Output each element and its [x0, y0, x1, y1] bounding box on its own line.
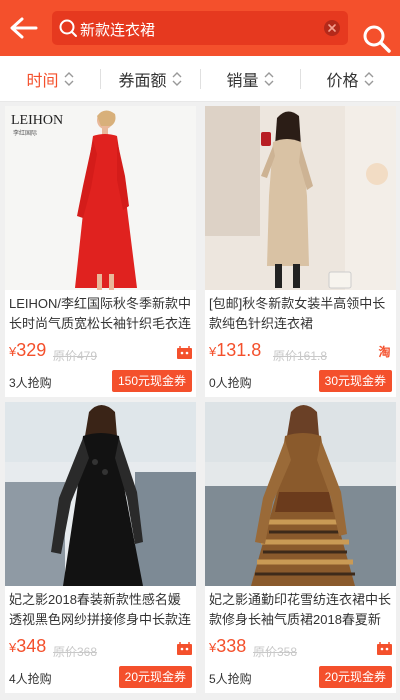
sort-bar: 时间 券面额 销量 价格 [0, 56, 400, 102]
product-title: LEIHON/李红国际秋冬季新款中长时尚气质宽松长袖针织毛衣连衣 [9, 296, 192, 331]
product-card[interactable]: [包邮]秋冬新款女装半高领中长款纯色针织连衣裙 ¥131.8 原价161.8 淘… [205, 106, 396, 397]
clear-search-button[interactable] [324, 20, 340, 36]
close-circle-icon [328, 24, 336, 32]
tmall-icon [177, 346, 192, 359]
coupon-button[interactable]: 150元现金券 [111, 370, 192, 392]
sort-tab-time[interactable]: 时间 [0, 56, 100, 102]
sort-tab-coupon[interactable]: 券面额 [100, 56, 200, 102]
brand-sub: 李红国际 [13, 129, 37, 137]
search-input[interactable]: 新款连衣裙 [52, 11, 348, 45]
price-value: 329 [16, 340, 47, 360]
sold-count: 4人抢购 [9, 672, 52, 686]
sort-arrows-icon [264, 72, 273, 86]
product-price: ¥338 [209, 636, 246, 657]
sort-tab-label: 销量 [226, 73, 259, 90]
product-image[interactable] [5, 402, 196, 586]
search-icon [59, 19, 77, 37]
search-button[interactable] [362, 24, 392, 54]
original-price: 原价358 [253, 645, 298, 659]
top-bar: 新款连衣裙 [0, 0, 400, 56]
price-value: 348 [16, 636, 47, 656]
original-price: 原价161.8 [273, 349, 328, 363]
search-query: 新款连衣裙 [80, 22, 156, 39]
sort-arrows-icon [172, 72, 181, 86]
arrow-left-icon [10, 17, 38, 39]
back-button[interactable] [6, 12, 42, 44]
taobao-icon: 淘 [378, 345, 391, 359]
product-card[interactable]: 妃之影通勤印花雪纺连衣裙中长款修身长袖气质裙2018春夏新款 ¥338 原价35… [205, 402, 396, 693]
sort-tab-label: 券面额 [118, 73, 167, 90]
coupon-button[interactable]: 20元现金券 [318, 666, 392, 688]
sort-tab-sales[interactable]: 销量 [200, 56, 300, 102]
original-price: 原价368 [53, 645, 98, 659]
sort-tab-label: 时间 [26, 73, 59, 90]
sort-tab-price[interactable]: 价格 [300, 56, 400, 102]
brand-logo: LEIHON [11, 113, 63, 128]
original-price: 原价479 [53, 349, 98, 363]
tmall-icon [177, 642, 192, 655]
product-price: ¥131.8 [209, 340, 261, 361]
product-price: ¥348 [9, 636, 46, 657]
sort-arrows-icon [64, 72, 73, 86]
product-title: 妃之影通勤印花雪纺连衣裙中长款修身长袖气质裙2018春夏新款 [209, 592, 392, 627]
search-icon [363, 25, 391, 53]
price-value: 338 [216, 636, 247, 656]
price-value: 131.8 [216, 340, 262, 360]
product-card[interactable]: LEIHON 李红国际 LEIHON/李红国际秋冬季新款中长时尚气质宽松长袖针织… [5, 106, 196, 397]
sold-count: 0人抢购 [209, 376, 252, 390]
sold-count: 5人抢购 [209, 672, 252, 686]
product-title: 妃之影2018春装新款性感名媛透视黑色网纱拼接修身中长款连衣 [9, 592, 192, 627]
product-title: [包邮]秋冬新款女装半高领中长款纯色针织连衣裙 [209, 296, 386, 331]
sold-count: 3人抢购 [9, 376, 52, 390]
product-image[interactable] [205, 402, 396, 586]
tmall-icon [377, 642, 392, 655]
sort-tab-label: 价格 [326, 73, 359, 90]
product-price: ¥329 [9, 340, 46, 361]
coupon-button[interactable]: 30元现金券 [318, 370, 392, 392]
sort-arrows-icon [364, 72, 373, 86]
product-image[interactable] [205, 106, 396, 290]
coupon-button[interactable]: 20元现金券 [118, 666, 192, 688]
product-card[interactable]: 妃之影2018春装新款性感名媛透视黑色网纱拼接修身中长款连衣 ¥348 原价36… [5, 402, 196, 693]
product-image[interactable]: LEIHON 李红国际 [5, 106, 196, 290]
